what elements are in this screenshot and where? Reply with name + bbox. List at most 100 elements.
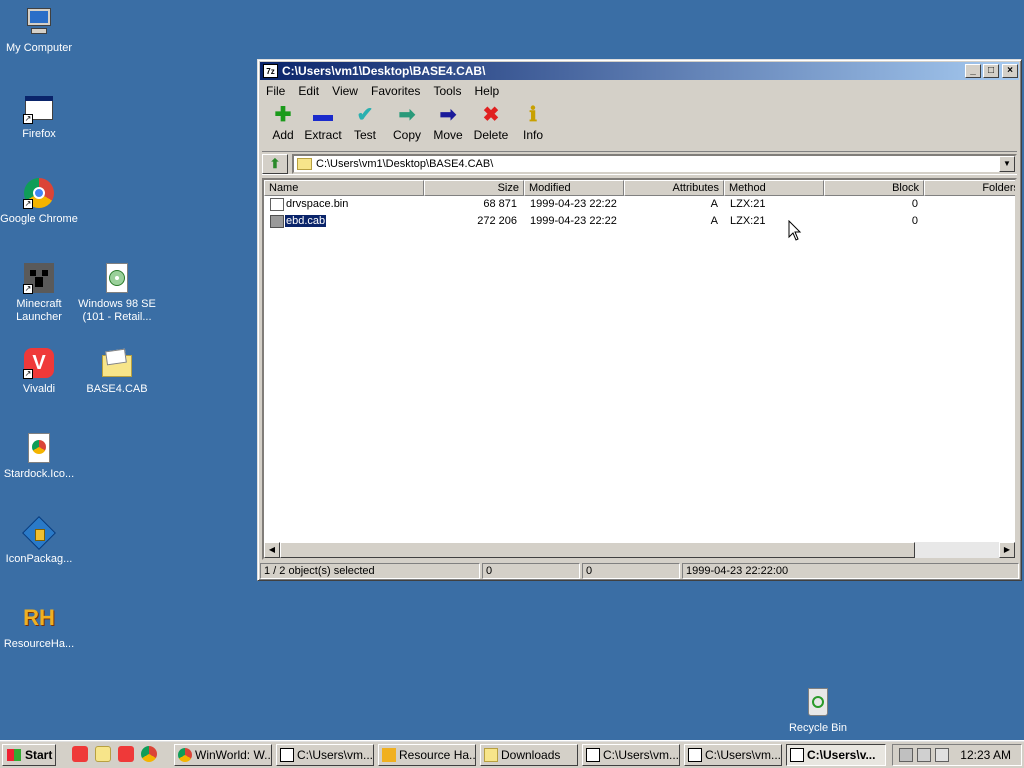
cell-attributes: A (710, 198, 718, 210)
extract-button[interactable]: ▬ Extract (302, 102, 344, 142)
task-7zip-1[interactable]: C:\Users\vm... (276, 744, 374, 766)
maximize-button[interactable]: □ (983, 64, 999, 78)
move-label: Move (433, 128, 463, 142)
status-bar: 1 / 2 object(s) selected 0 0 1999-04-23 … (260, 562, 1019, 580)
task-7zip-active[interactable]: C:\Users\v... (786, 744, 886, 766)
scroll-thumb[interactable] (280, 542, 915, 558)
desktop-icon-base4-cab[interactable]: BASE4.CAB (78, 347, 156, 396)
copy-button[interactable]: ➡ Copy (386, 102, 428, 142)
desktop-icon-firefox[interactable]: ↗ Firefox (0, 92, 78, 141)
info-icon: ℹ (529, 104, 537, 126)
copy-label: Copy (392, 128, 421, 142)
resourcehacker-icon (382, 748, 396, 762)
status-modified: 1999-04-23 22:22:00 (682, 563, 1019, 579)
delete-label: Delete (473, 128, 509, 142)
column-header-size[interactable]: Size (424, 180, 524, 196)
task-7zip-3[interactable]: C:\Users\vm... (684, 744, 782, 766)
desktop-icon-minecraft-launcher[interactable]: ↗ Minecraft Launcher (0, 262, 78, 324)
network-icon[interactable] (899, 748, 913, 762)
cell-size: 272 206 (477, 215, 517, 227)
explorer-quicklaunch-icon[interactable] (95, 746, 111, 762)
scroll-left-button[interactable]: ◀ (264, 542, 280, 558)
up-arrow-icon: ⬆ (269, 156, 281, 171)
menu-tools[interactable]: Tools (429, 82, 467, 98)
cell-name: drvspace.bin (286, 198, 349, 210)
info-button[interactable]: ℹ Info (512, 102, 554, 142)
delete-x-icon: ✖ (482, 104, 500, 126)
task-label: WinWorld: W... (195, 748, 272, 762)
address-text: C:\Users\vm1\Desktop\BASE4.CAB\ (316, 158, 494, 170)
plus-icon: ✚ (274, 104, 292, 126)
vivaldi-quicklaunch-icon[interactable] (118, 746, 134, 762)
clock[interactable]: 12:23 AM (960, 745, 1011, 765)
display-icon[interactable] (917, 748, 931, 762)
disc-file-icon (101, 262, 133, 294)
info-label: Info (522, 128, 543, 142)
column-header-attributes[interactable]: Attributes (624, 180, 724, 196)
desktop-icon-iconpackager[interactable]: IconPackag... (0, 516, 78, 566)
cell-method: LZX:21 (730, 198, 766, 210)
scroll-right-button[interactable]: ▶ (999, 542, 1015, 558)
test-button[interactable]: ✔ Test (344, 102, 386, 142)
start-button[interactable]: Start (2, 744, 56, 766)
menu-bar: File Edit View Favorites Tools Help (262, 82, 1017, 100)
desktop-icon-label: Windows 98 SE (101 - Retail... (78, 298, 156, 323)
desktop-icon-resourcehacker[interactable]: RH ResourceHa... (0, 602, 78, 651)
recycle-bin-icon (802, 686, 834, 718)
desktop-icon-label: Stardock.Ico... (3, 468, 75, 480)
move-arrow-icon: ➡ (439, 104, 457, 126)
task-7zip-2[interactable]: C:\Users\vm... (582, 744, 680, 766)
task-label: C:\Users\vm... (603, 748, 680, 762)
task-downloads[interactable]: Downloads (480, 744, 578, 766)
desktop-icon-windows98se[interactable]: Windows 98 SE (101 - Retail... (78, 262, 156, 324)
folder-icon (270, 215, 284, 228)
column-header-method[interactable]: Method (724, 180, 824, 196)
menu-edit[interactable]: Edit (294, 82, 325, 98)
7zip-app-icon (688, 748, 702, 762)
address-combo[interactable]: C:\Users\vm1\Desktop\BASE4.CAB\ ▼ (292, 154, 1017, 174)
desktop-icon-label: My Computer (5, 42, 73, 54)
menu-help[interactable]: Help (471, 82, 506, 98)
column-header-modified[interactable]: Modified (524, 180, 624, 196)
task-label: Resource Ha... (399, 748, 476, 762)
menu-view[interactable]: View (328, 82, 364, 98)
desktop-icon-my-computer[interactable]: My Computer (0, 6, 78, 55)
window-titlebar[interactable]: 7z C:\Users\vm1\Desktop\BASE4.CAB\ _ □ × (260, 62, 1019, 80)
desktop-icon-label: IconPackag... (5, 553, 73, 565)
add-button[interactable]: ✚ Add (262, 102, 304, 142)
up-folder-button[interactable]: ⬆ (262, 154, 288, 174)
desktop-icon-recycle-bin[interactable]: Recycle Bin (779, 686, 857, 735)
move-button[interactable]: ➡ Move (427, 102, 469, 142)
start-label: Start (25, 748, 53, 762)
table-row[interactable]: drvspace.bin 68 871 1999-04-23 22:22 A L… (264, 196, 1015, 213)
desktop-icon-label: Recycle Bin (788, 722, 848, 734)
menu-file[interactable]: File (262, 82, 291, 98)
task-winworld[interactable]: WinWorld: W... (174, 744, 272, 766)
desktop-icon-vivaldi[interactable]: V ↗ Vivaldi (0, 347, 78, 396)
column-header-name[interactable]: Name (264, 180, 424, 196)
delete-button[interactable]: ✖ Delete (470, 102, 512, 142)
minimize-button[interactable]: _ (965, 64, 981, 78)
close-button[interactable]: × (1002, 64, 1018, 78)
firefox-window-icon: ↗ (23, 92, 55, 124)
volume-icon[interactable] (935, 748, 949, 762)
cell-size: 68 871 (483, 198, 517, 210)
chevron-down-icon[interactable]: ▼ (999, 156, 1015, 172)
table-row[interactable]: ebd.cab 272 206 1999-04-23 22:22 A LZX:2… (264, 213, 1015, 230)
desktop-icon-stardock[interactable]: Stardock.Ico... (0, 432, 78, 481)
check-icon: ✔ (356, 104, 374, 126)
column-header-folders[interactable]: Folders (924, 180, 1015, 196)
horizontal-scrollbar[interactable]: ◀ ▶ (264, 542, 1015, 558)
cell-modified: 1999-04-23 22:22 (530, 215, 617, 227)
copy-arrow-icon: ➡ (398, 104, 416, 126)
desktop-icon-label: ResourceHa... (3, 638, 75, 650)
vivaldi-quicklaunch-icon[interactable] (72, 746, 88, 762)
desktop-icon-google-chrome[interactable]: ↗ Google Chrome (0, 177, 78, 226)
shortcut-arrow-icon: ↗ (23, 199, 33, 209)
task-resource-hacker[interactable]: Resource Ha... (378, 744, 476, 766)
stardock-icon (23, 432, 55, 464)
menu-favorites[interactable]: Favorites (367, 82, 426, 98)
file-icon (270, 198, 284, 211)
column-header-block[interactable]: Block (824, 180, 924, 196)
chrome-quicklaunch-icon[interactable] (141, 746, 157, 762)
